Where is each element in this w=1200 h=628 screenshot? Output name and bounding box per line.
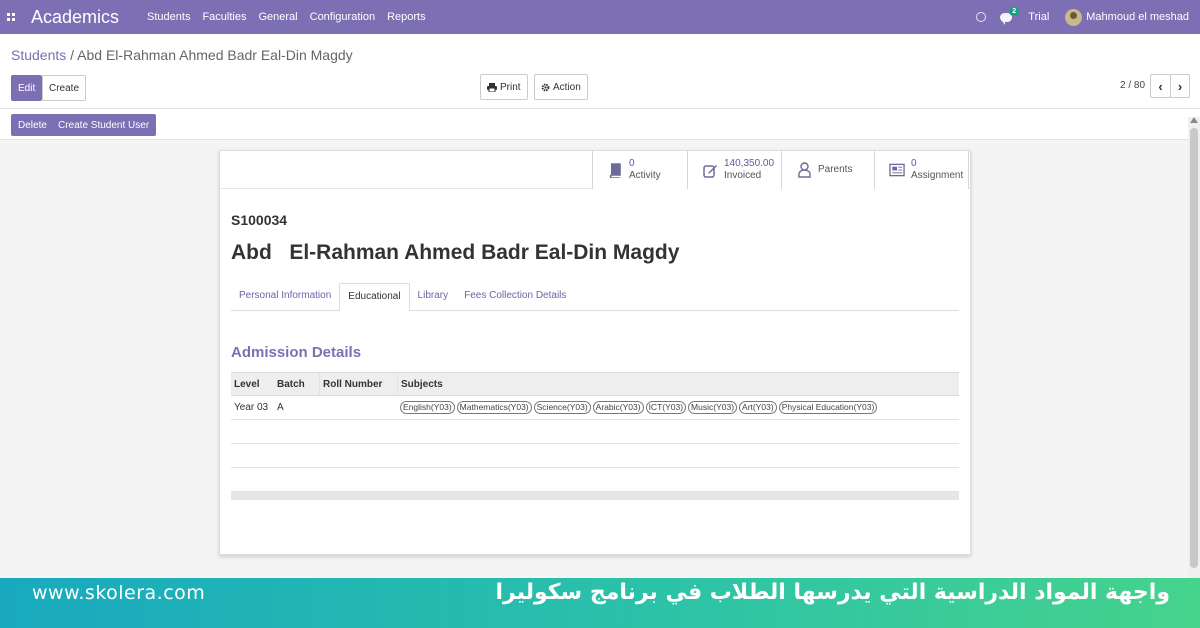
clock-icon[interactable] bbox=[976, 12, 987, 22]
table-footer bbox=[231, 492, 959, 500]
form-sheet: 0 Activity 140,350.00 Invoiced Parents 0 As… bbox=[219, 150, 971, 555]
create-button[interactable]: Create bbox=[42, 75, 87, 101]
action-label: Action bbox=[553, 81, 581, 93]
user-name[interactable]: Mahmoud el meshad bbox=[1086, 11, 1189, 23]
invoiced-amount: 140,350.00 bbox=[724, 158, 775, 169]
cell-subjects: English(Y03) Mathematics(Y03) Science(Y0… bbox=[397, 396, 959, 419]
table-row[interactable]: Year 03 A English(Y03) Mathematics(Y03) … bbox=[231, 396, 959, 420]
table-header: Level Batch Roll Number Subjects bbox=[231, 372, 959, 396]
delete-button[interactable]: Delete bbox=[11, 114, 54, 136]
parents-smart-button[interactable]: Parents bbox=[781, 151, 874, 189]
empty-table-row bbox=[231, 420, 959, 444]
subject-tag: Arabic(Y03) bbox=[592, 401, 644, 414]
subject-tag: Science(Y03) bbox=[533, 401, 591, 414]
edit-button[interactable]: Edit bbox=[11, 75, 43, 101]
menu-item-configuration[interactable]: Configuration bbox=[304, 11, 381, 23]
notification-badge: 2 bbox=[1009, 6, 1020, 16]
form-statusbar bbox=[0, 109, 1200, 139]
column-header-roll-number[interactable]: Roll Number bbox=[319, 373, 397, 395]
smart-button-box: 0 Activity 140,350.00 Invoiced Parents 0 As… bbox=[220, 151, 970, 189]
apps-menu-icon[interactable] bbox=[7, 13, 15, 21]
menu-item-reports[interactable]: Reports bbox=[381, 11, 432, 23]
admission-table: Level Batch Roll Number Subjects Year 03… bbox=[231, 372, 959, 500]
scroll-up-arrow-icon[interactable] bbox=[1190, 117, 1198, 123]
pager-previous-button[interactable]: ‹ bbox=[1150, 74, 1171, 98]
chevron-left-icon: ‹ bbox=[1158, 78, 1163, 94]
column-header-batch[interactable]: Batch bbox=[274, 379, 319, 390]
subject-tag: Mathematics(Y03) bbox=[456, 401, 532, 414]
trial-label[interactable]: Trial bbox=[1028, 11, 1049, 23]
pencil-square-icon bbox=[702, 162, 718, 178]
student-reference: S100034 bbox=[231, 212, 288, 228]
main-menu: Students Faculties General Configuration… bbox=[141, 11, 432, 23]
tab-library[interactable]: Library bbox=[410, 283, 457, 311]
subject-tag: Music(Y03) bbox=[688, 401, 738, 414]
pager-counter[interactable]: 2 / 80 bbox=[1120, 80, 1145, 91]
newspaper-icon bbox=[889, 162, 905, 178]
assignment-smart-button[interactable]: 0 Assignment bbox=[874, 151, 969, 189]
activity-label: Activity bbox=[629, 170, 661, 181]
column-header-level[interactable]: Level bbox=[231, 379, 274, 390]
app-brand[interactable]: Academics bbox=[31, 7, 119, 28]
subject-tag: Physical Education(Y03) bbox=[778, 401, 878, 414]
cell-level: Year 03 bbox=[234, 402, 269, 413]
scrollbar-thumb[interactable] bbox=[1190, 128, 1198, 568]
subject-tag: ICT(Y03) bbox=[645, 401, 687, 414]
subject-tag: English(Y03) bbox=[400, 401, 455, 414]
tab-fees-collection-details[interactable]: Fees Collection Details bbox=[456, 283, 574, 311]
menu-item-faculties[interactable]: Faculties bbox=[196, 11, 252, 23]
printer-icon bbox=[487, 82, 497, 92]
user-icon bbox=[796, 162, 812, 178]
parents-label: Parents bbox=[818, 164, 853, 175]
chevron-right-icon: › bbox=[1177, 78, 1183, 94]
column-header-subjects[interactable]: Subjects bbox=[397, 373, 959, 395]
assignment-count: 0 bbox=[911, 158, 917, 169]
action-button[interactable]: Action bbox=[534, 74, 588, 100]
banner-caption: واجهة المواد الدراسية التي يدرسها الطلاب… bbox=[495, 580, 1171, 605]
empty-table-row bbox=[231, 468, 959, 492]
breadcrumb-separator: / bbox=[66, 47, 78, 63]
activity-smart-button[interactable]: 0 Activity bbox=[592, 151, 687, 189]
print-button[interactable]: Print bbox=[480, 74, 528, 100]
create-student-user-button[interactable]: Create Student User bbox=[51, 114, 157, 136]
breadcrumb-students-link[interactable]: Students bbox=[11, 47, 66, 63]
top-navbar: Academics Students Faculties General Con… bbox=[0, 0, 1200, 34]
breadcrumb: Students / Abd El-Rahman Ahmed Badr Eal-… bbox=[11, 47, 353, 63]
pager-next-button[interactable]: › bbox=[1170, 74, 1190, 98]
breadcrumb-current: Abd El-Rahman Ahmed Badr Eal-Din Magdy bbox=[77, 47, 353, 63]
tab-personal-information[interactable]: Personal Information bbox=[231, 283, 339, 311]
assignment-label: Assignment bbox=[911, 170, 964, 181]
empty-table-row bbox=[231, 444, 959, 468]
menu-item-general[interactable]: General bbox=[252, 11, 303, 23]
form-tabs: Personal Information Educational Library… bbox=[231, 283, 959, 311]
messages-button[interactable]: 2 bbox=[1000, 6, 1020, 25]
book-icon bbox=[607, 162, 623, 178]
cell-batch: A bbox=[277, 402, 284, 413]
invoiced-label: Invoiced bbox=[724, 170, 762, 181]
student-name: Abd El-Rahman Ahmed Badr Eal-Din Magdy bbox=[231, 241, 680, 264]
activity-count: 0 bbox=[629, 158, 635, 169]
gear-icon bbox=[541, 83, 550, 91]
invoiced-smart-button[interactable]: 140,350.00 Invoiced bbox=[687, 151, 781, 189]
navbar-right: 2 Trial Mahmoud el meshad bbox=[976, 0, 1200, 34]
tab-educational[interactable]: Educational bbox=[339, 283, 410, 311]
cell-roll-number bbox=[319, 396, 397, 419]
menu-item-students[interactable]: Students bbox=[141, 11, 196, 23]
print-label: Print bbox=[500, 81, 521, 93]
banner-url: www.skolera.com bbox=[32, 582, 206, 604]
avatar[interactable] bbox=[1065, 8, 1083, 26]
admission-details-title: Admission Details bbox=[231, 344, 362, 361]
subject-tag: Art(Y03) bbox=[739, 401, 777, 414]
